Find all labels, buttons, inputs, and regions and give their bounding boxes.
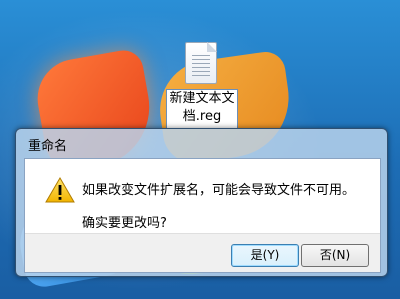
- confirm-question: 确实要更改吗?: [82, 216, 167, 231]
- warning-message: 如果改变文件扩展名，可能会导致文件不可用。: [82, 183, 356, 198]
- file-lines-decoration: [192, 55, 210, 77]
- filename-line1: 新建文本文: [169, 91, 235, 106]
- dialog-button-bar: 是(Y) 否(N): [25, 233, 380, 272]
- dialog-content: 如果改变文件扩展名，可能会导致文件不可用。 确实要更改吗? 是(Y) 否(N): [24, 158, 381, 273]
- rename-warning-dialog: 重命名 如果改变文件扩展名，可能会导致文件不可用。 确实要更改吗? 是(Y) 否…: [15, 128, 388, 277]
- filename-line2: 档.reg: [182, 109, 222, 124]
- yes-button[interactable]: 是(Y): [231, 244, 299, 267]
- filename-rename-box[interactable]: 新建文本文 档.reg: [166, 89, 238, 129]
- warning-icon: [45, 177, 75, 203]
- text-file-icon[interactable]: [185, 42, 217, 84]
- no-button[interactable]: 否(N): [301, 244, 369, 267]
- dialog-title: 重命名: [28, 139, 68, 154]
